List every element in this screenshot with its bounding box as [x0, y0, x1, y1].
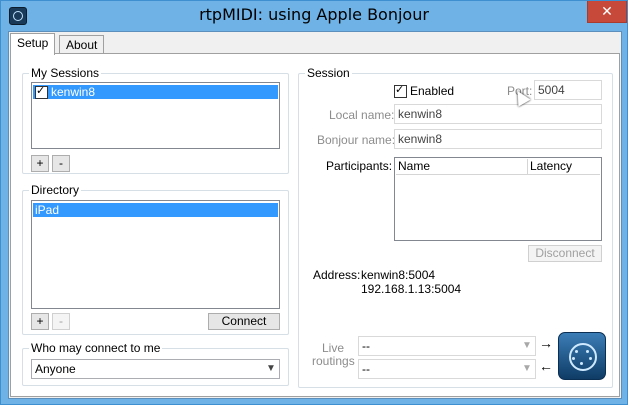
window-title: rtpMIDI: using Apple Bonjour — [199, 5, 429, 24]
column-name[interactable]: Name — [396, 159, 528, 174]
my-sessions-label: My Sessions — [29, 66, 102, 80]
close-button[interactable]: ✕ — [587, 1, 627, 23]
local-name-label: Local name: — [329, 108, 395, 122]
title-bar[interactable]: rtpMIDI: using Apple Bonjour ✕ — [1, 1, 627, 31]
remove-session-button[interactable]: - — [52, 155, 70, 172]
setup-tab-panel: My Sessions kenwin8 + - Directory iPad +… — [10, 53, 620, 397]
add-directory-button[interactable]: + — [31, 313, 49, 330]
live-label: Live — [322, 341, 345, 355]
my-sessions-group: My Sessions kenwin8 + - — [22, 66, 289, 174]
directory-list-item[interactable]: iPad — [33, 203, 278, 217]
chevron-down-icon[interactable]: ▼ — [522, 360, 532, 378]
app-window: rtpMIDI: using Apple Bonjour ✕ Setup Abo… — [0, 0, 628, 405]
midi-pin-dot — [589, 357, 592, 360]
chevron-down-icon[interactable]: ▼ — [522, 337, 532, 355]
tab-strip: Setup About — [9, 32, 621, 55]
directory-list[interactable]: iPad — [31, 200, 280, 309]
port-field[interactable]: 5004 — [534, 80, 602, 100]
tab-setup[interactable]: Setup — [10, 33, 56, 55]
directory-group: Directory iPad + - Connect — [22, 183, 289, 335]
routing-in-select[interactable]: -- ▼ — [358, 336, 536, 356]
tab-about[interactable]: About — [59, 35, 105, 54]
add-session-button[interactable]: + — [31, 155, 49, 172]
arrow-left-icon: ← — [539, 358, 553, 374]
dialog-client-area: Setup About My Sessions kenwin8 + - Dire… — [8, 31, 622, 399]
midi-connector-icon — [558, 332, 606, 380]
participants-header: Name Latency — [396, 159, 600, 175]
who-may-connect-group: Who may connect to me Anyone ▼ — [22, 341, 289, 386]
directory-label: Directory — [29, 183, 82, 197]
participants-label: Participants: — [326, 159, 393, 173]
remove-directory-button[interactable]: - — [52, 313, 70, 330]
connect-button[interactable]: Connect — [208, 313, 280, 330]
participants-list[interactable]: Name Latency — [394, 157, 602, 241]
routing-in-value: -- — [362, 339, 370, 353]
midi-pin-dot — [575, 350, 578, 353]
arrow-right-icon: → — [539, 335, 553, 351]
local-name-field[interactable]: kenwin8 — [394, 104, 602, 124]
session-list-item[interactable]: kenwin8 — [33, 84, 278, 100]
midi-pin-dot — [580, 362, 583, 365]
enabled-checkbox-row[interactable]: Enabled — [394, 83, 455, 99]
enabled-label: Enabled — [410, 84, 455, 98]
address-line-1: kenwin8:5004 — [361, 268, 436, 282]
routing-out-value: -- — [362, 362, 370, 376]
routing-out-select[interactable]: -- ▼ — [358, 359, 536, 379]
bonjour-name-field[interactable]: kenwin8 — [394, 129, 602, 149]
routings-label: routings — [312, 354, 355, 368]
who-may-connect-label: Who may connect to me — [29, 341, 163, 355]
disconnect-button[interactable]: Disconnect — [528, 245, 602, 262]
bonjour-name-label: Bonjour name: — [317, 133, 396, 147]
who-may-connect-select[interactable]: Anyone ▼ — [31, 359, 280, 379]
session-enabled-checkbox[interactable] — [35, 84, 48, 100]
enabled-checkbox[interactable] — [394, 83, 407, 99]
session-label: Session — [305, 66, 352, 80]
address-label: Address: — [313, 268, 361, 282]
column-latency[interactable]: Latency — [528, 159, 598, 174]
session-item-label: kenwin8 — [51, 85, 96, 99]
chevron-down-icon[interactable]: ▼ — [266, 360, 276, 378]
midi-pin-dot — [572, 357, 575, 360]
who-may-connect-value: Anyone — [35, 362, 76, 376]
midi-pin-dot — [586, 350, 589, 353]
session-group: Session Enabled Port: 5004 Local name: k… — [298, 66, 613, 388]
my-sessions-list[interactable]: kenwin8 — [31, 82, 280, 149]
address-line-2: 192.168.1.13:5004 — [361, 282, 462, 296]
